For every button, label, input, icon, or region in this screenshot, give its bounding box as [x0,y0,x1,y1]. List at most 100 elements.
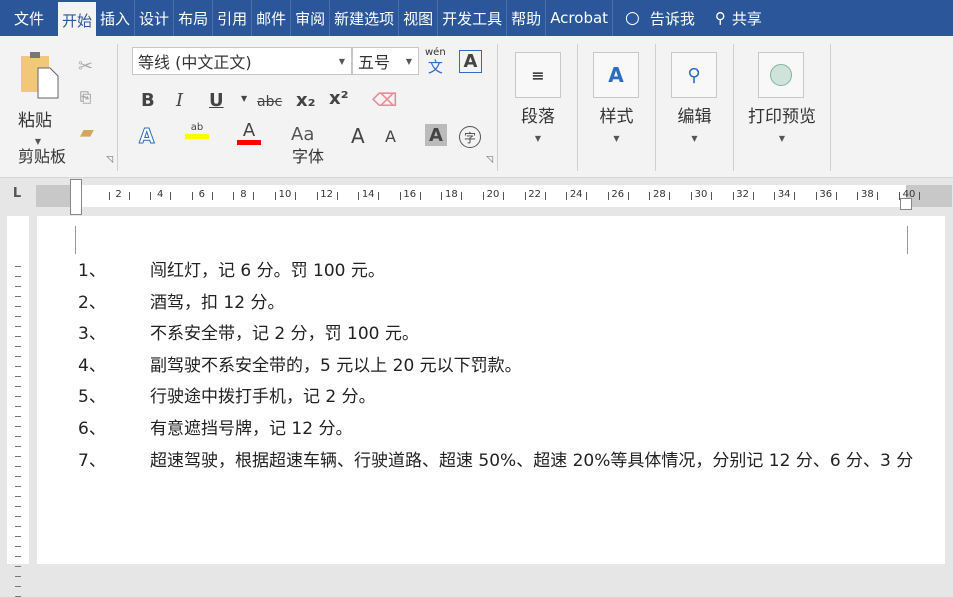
font-dialog-launcher-icon[interactable]: ◹ [486,155,493,165]
ruler-number: 12 [320,189,333,200]
right-indent-marker[interactable] [900,198,912,210]
list-item[interactable]: 1、 闯红灯，记 6 分。罚 100 元。 [78,256,920,287]
tab-selector[interactable]: L [6,186,28,208]
ribbon-tabs: 文件 开始 插入 设计 布局 引用 邮件 审阅 新建选项 视图 开发工具 帮助 … [0,0,953,36]
ruler-tick [919,192,920,200]
change-case-button[interactable]: Aa [291,124,314,145]
list-text: 酒驾，扣 12 分。 [150,292,285,313]
list-item[interactable]: 4、 副驾驶不系安全带的，5 元以上 20 元以下罚款。 [78,351,920,382]
tab-acrobat[interactable]: Acrobat [546,0,614,36]
list-text: 超速驾驶，根据超速车辆、行驶道路、超速 50%、超速 20%等具体情况，分别记 … [150,450,914,471]
ruler-tick [15,336,21,337]
ruler-number: 36 [819,189,833,200]
ruler-tick [794,192,796,200]
list-item[interactable]: 7、 超速驾驶，根据超速车辆、行驶道路、超速 50%、超速 20%等具体情况，分别… [78,446,920,477]
list-item[interactable]: 5、 行驶途中拨打手机，记 2 分。 [78,382,920,413]
copy-icon[interactable]: ⎘ [80,90,91,106]
ruler-tick [419,192,421,200]
list-text: 副驾驶不系安全带的，5 元以上 20 元以下罚款。 [150,355,522,376]
highlight-button[interactable]: ab [185,122,209,139]
tab-developer[interactable]: 开发工具 [438,0,508,36]
styles-label: 样式 [599,107,634,127]
horizontal-ruler[interactable]: L 2 4 6 8 10 12 14 16 18 20 22 24 26 28 30 32 34 36 38 40 [0,178,953,216]
editing-group[interactable]: ⚲ 编辑 ▼ [656,44,734,171]
tab-file[interactable]: 文件 [0,0,58,36]
tab-references[interactable]: 引用 [213,0,253,36]
left-indent-marker[interactable] [70,179,82,215]
paragraph-label: 段落 [521,107,555,127]
chevron-down-icon: ▼ [778,134,786,143]
tab-view[interactable]: 视图 [399,0,439,36]
font-size-select[interactable]: 五号 ▼ [352,47,419,75]
ruler-tick [15,496,21,497]
font-name-select[interactable]: 等线 (中文正文) ▼ [132,47,352,75]
italic-button[interactable]: I [176,90,183,111]
tell-me[interactable]: ○ 告诉我 [625,8,695,29]
ruler-tick [15,566,21,567]
tab-new-options[interactable]: 新建选项 [330,0,400,36]
ruler-tick [649,192,651,200]
ruler-number: 28 [653,189,666,200]
styles-group[interactable]: A 样式 ▼ [578,44,656,171]
ruler-tick [15,316,21,317]
bold-button[interactable]: B [141,90,155,111]
paste-button[interactable]: 粘贴 ▼ [18,50,68,150]
ruler-tick [15,396,21,397]
list-number: 6、 [78,419,106,439]
tell-me-label: 告诉我 [649,9,695,28]
format-painter-icon[interactable]: ▰ [80,122,94,143]
paragraph-group[interactable]: ≡ 段落 ▼ [499,44,578,171]
ruler-tick [233,192,235,200]
ruler-tick [15,326,21,327]
ruler-number: 14 [361,189,375,200]
list-item[interactable]: 3、 不系安全带，记 2 分，罚 100 元。 [78,319,920,350]
tab-layout[interactable]: 布局 [174,0,214,36]
clipboard-icon [21,52,59,99]
tab-help[interactable]: 帮助 [507,0,547,36]
ruler-tick [15,536,21,537]
vertical-ruler[interactable] [0,216,36,597]
strikethrough-button[interactable]: abc [257,94,282,110]
cut-icon[interactable]: ✂ [78,56,93,77]
paste-label: 粘贴 [18,111,52,131]
phonetic-char: 文 [427,58,443,76]
superscript-button[interactable]: x² [329,88,349,109]
subscript-button[interactable]: x₂ [296,90,316,111]
underline-dropdown-icon[interactable]: ▼ [241,94,247,103]
chevron-down-icon: ▼ [613,134,620,143]
ruler-tick [295,192,296,200]
tab-design[interactable]: 设计 [135,0,175,36]
ruler-tick [586,192,588,200]
ruler-tick [752,192,754,200]
ruler-number: 10 [278,189,292,200]
clipboard-group: 粘贴 ▼ ✂ ⎘ ▰ 剪贴板 ◹ [0,44,118,171]
underline-button[interactable]: U [209,90,224,111]
styles-icon: A [593,52,639,98]
list-item[interactable]: 6、 有意遮挡号牌，记 12 分。 [78,414,920,445]
font-group: 等线 (中文正文) ▼ 五号 ▼ wén 文 A B I U ▼ abc x₂ x² … [119,44,498,171]
list-item[interactable]: 2、 酒驾，扣 12 分。 [78,288,920,319]
tab-review[interactable]: 审阅 [291,0,331,36]
ruler-tick [399,192,401,200]
ruler-number: 8 [240,189,247,200]
ruler-tick [627,192,629,200]
tab-insert[interactable]: 插入 [96,0,136,36]
ruler-tick [15,296,21,297]
phonetic-guide-button[interactable]: wén 文 [425,47,446,75]
character-border-button[interactable]: A [459,50,482,73]
ruler-tick [15,476,21,477]
tab-home[interactable]: 开始 [58,2,97,36]
clear-formatting-icon[interactable]: ⌫ [372,90,397,111]
share-label: 共享 [731,9,762,28]
document-page[interactable]: 1、 闯红灯，记 6 分。罚 100 元。 2、 酒驾，扣 12 分。 3、 不系安全带，… [37,216,945,564]
ruler-tick [503,192,504,200]
dialog-launcher-icon[interactable]: ◹ [106,155,113,165]
tab-mailings[interactable]: 邮件 [252,0,292,36]
clipboard-label: 剪贴板 [18,147,67,166]
ruler-tick [877,192,879,200]
share-button[interactable]: ⚲ 共享 [715,8,762,29]
ruler-tick [15,426,21,427]
ruler-tick [711,192,712,200]
font-color-button[interactable]: A [237,122,261,145]
print-preview-group[interactable]: 打印预览 ▼ [734,44,831,171]
